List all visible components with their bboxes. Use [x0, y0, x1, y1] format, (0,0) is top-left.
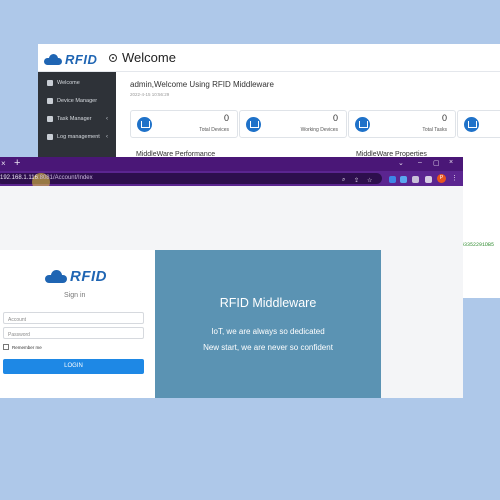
cloud-icon	[45, 270, 67, 283]
sidebar-item-label: Device Manager	[57, 98, 98, 104]
remember-checkbox[interactable]	[3, 344, 9, 350]
zoom-icon[interactable]: ⌕	[342, 177, 345, 184]
stat-card-working-devices: 0 Working Devices	[239, 110, 347, 138]
address-bar[interactable]: 192.168.1.116:8081/Account/Index ⌕ ⇪ ☆	[0, 173, 382, 191]
sidebar-item-label: Welcome	[57, 80, 80, 86]
stat-value: 0	[441, 113, 447, 123]
sidebar-item-welcome[interactable]: Welcome	[38, 74, 116, 92]
sidebar-icon[interactable]	[425, 176, 432, 183]
device-icon	[246, 117, 261, 132]
stat-label: Working Devices	[300, 127, 338, 133]
tab-strip: × + ⌄ – ▢ ×	[0, 157, 463, 171]
list-icon	[47, 116, 53, 122]
home-icon	[47, 80, 53, 86]
stat-value: 0	[332, 113, 338, 123]
target-icon	[109, 54, 117, 62]
stat-card-total-devices: 0 Total Devices	[130, 110, 238, 138]
close-window-icon[interactable]: ×	[449, 159, 453, 166]
maximize-icon[interactable]: ▢	[433, 159, 440, 167]
sidebar-item-log-management[interactable]: Log management ‹	[38, 128, 116, 146]
browser-toolbar: 192.168.1.116:8081/Account/Index ⌕ ⇪ ☆ P…	[0, 171, 463, 191]
minimize-icon[interactable]: –	[418, 159, 422, 166]
account-input[interactable]	[3, 312, 144, 324]
chevron-left-icon: ‹	[106, 116, 108, 122]
share-icon[interactable]: ⇪	[354, 177, 359, 184]
task-icon	[464, 117, 479, 132]
welcome-timestamp: 2022-4-15 10:56:29	[130, 92, 170, 97]
promo-panel: RFID Middleware IoT, we are always so de…	[155, 250, 381, 398]
dashboard-logo: RFID	[44, 51, 97, 67]
puzzle-icon[interactable]	[412, 176, 419, 183]
stat-label: Total Tasks	[422, 127, 447, 133]
login-brand-text: RFID	[70, 268, 107, 285]
dashboard-page-title: Welcome	[122, 50, 176, 65]
promo-line-1: IoT, we are always so dedicated	[211, 327, 325, 336]
url-host: 192.168.1.116	[0, 175, 38, 181]
sidebar-item-task-manager[interactable]: Task Manager ‹	[38, 110, 116, 128]
stat-card-partial	[457, 110, 500, 138]
close-tab-icon[interactable]: ×	[1, 159, 6, 168]
tab-search-icon[interactable]: ⌄	[398, 159, 404, 167]
menu-icon[interactable]: ⋮	[451, 174, 458, 182]
url-path: /Account/Index	[52, 175, 93, 181]
sidebar-item-label: Log management	[57, 134, 100, 140]
page-content: RFID Sign in Remember me LOGIN RFID Midd…	[0, 186, 463, 398]
profile-avatar[interactable]: P	[437, 174, 446, 183]
chevron-left-icon: ‹	[106, 134, 108, 140]
device-icon	[47, 98, 53, 104]
tag-id-text: 043352291DB5	[458, 242, 495, 248]
cloud-icon	[44, 53, 62, 65]
promo-line-2: New start, we are never so confident	[203, 343, 333, 352]
signin-heading: Sign in	[64, 292, 86, 299]
remember-label: Remember me	[12, 344, 42, 350]
extension-icon[interactable]	[389, 176, 396, 183]
extension-icon[interactable]	[400, 176, 407, 183]
device-icon	[137, 117, 152, 132]
bookmark-star-icon[interactable]: ☆	[367, 177, 372, 184]
sidebar-item-device-manager[interactable]: Device Manager	[38, 92, 116, 110]
login-logo: RFID	[45, 268, 107, 285]
dashboard-brand-text: RFID	[65, 51, 98, 67]
welcome-message: admin,Welcome Using RFID Middleware	[130, 80, 274, 89]
browser-window: × + ⌄ – ▢ × 192.168.1.116:8081/Account/I…	[0, 157, 463, 398]
dashboard-header: RFID Welcome	[38, 44, 500, 72]
remember-me[interactable]: Remember me	[3, 344, 42, 350]
stat-label: Total Devices	[199, 127, 229, 133]
url-port: :8081	[37, 175, 53, 181]
stat-value: 0	[223, 113, 229, 123]
login-button[interactable]: LOGIN	[3, 359, 144, 374]
stat-card-total-tasks: 0 Total Tasks	[348, 110, 456, 138]
promo-title: RFID Middleware	[219, 296, 317, 310]
login-card: RFID Sign in Remember me LOGIN	[0, 250, 155, 398]
sidebar-item-label: Task Manager	[57, 116, 92, 122]
file-icon	[47, 134, 53, 140]
task-icon	[355, 117, 370, 132]
url-text[interactable]: 192.168.1.116:8081/Account/Index	[0, 175, 93, 181]
password-input[interactable]	[3, 327, 144, 339]
new-tab-button[interactable]: +	[14, 157, 20, 169]
